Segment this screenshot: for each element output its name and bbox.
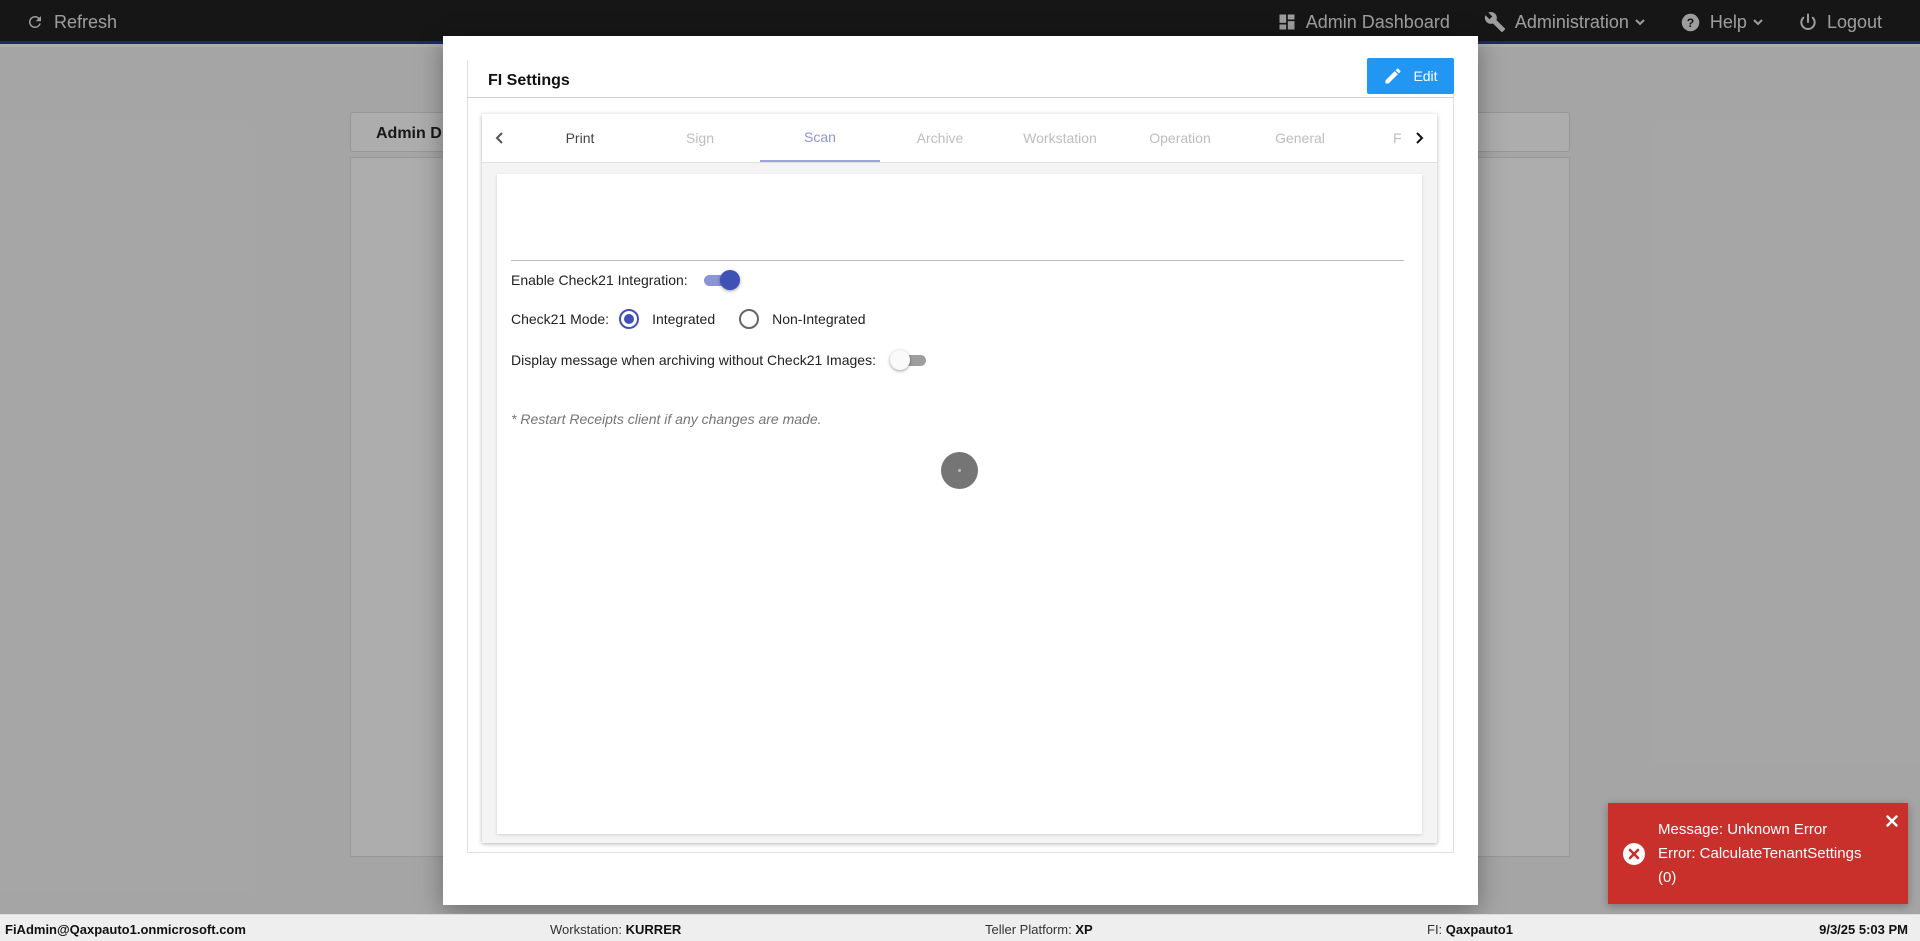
- dialog-header: FI Settings Edit: [467, 58, 1454, 98]
- status-platform: Teller Platform: XP: [985, 922, 1093, 937]
- tab-scroll-left-button[interactable]: [482, 114, 518, 162]
- tab-print[interactable]: Print: [520, 114, 640, 162]
- toast-line-code: (0): [1658, 869, 1677, 886]
- workstation-value: KURRER: [625, 922, 682, 937]
- error-icon: [1623, 843, 1645, 865]
- enable-check21-toggle[interactable]: [702, 270, 740, 290]
- non-integrated-radio[interactable]: [739, 309, 760, 329]
- check21-mode-label: Check21 Mode:: [511, 311, 610, 327]
- tab-scroll-right-button[interactable]: [1401, 114, 1437, 162]
- integrated-radio[interactable]: [619, 309, 640, 329]
- workstation-label: Workstation:: [550, 922, 623, 937]
- display-message-label: Display message when archiving without C…: [511, 352, 876, 368]
- tab-workstation[interactable]: Workstation: [1000, 114, 1120, 162]
- status-datetime: 9/3/25 5:03 PM: [1819, 922, 1908, 937]
- tab-sign[interactable]: Sign: [640, 114, 760, 162]
- error-toast: Message: Unknown Error Error: CalculateT…: [1608, 803, 1908, 904]
- enable-check21-row: Enable Check21 Integration:: [511, 267, 740, 293]
- status-user: FiAdmin@Qaxpauto1.onmicrosoft.com: [5, 922, 246, 937]
- status-bar: FiAdmin@Qaxpauto1.onmicrosoft.com Workst…: [0, 914, 1920, 941]
- edit-label: Edit: [1413, 68, 1438, 84]
- platform-value: XP: [1075, 922, 1093, 937]
- restart-note: * Restart Receipts client if any changes…: [511, 411, 822, 427]
- chevron-left-icon: [495, 132, 503, 144]
- integrated-label: Integrated: [652, 311, 716, 327]
- enable-check21-label: Enable Check21 Integration:: [511, 272, 688, 288]
- non-integrated-label: Non-Integrated: [772, 311, 866, 327]
- dialog-title: FI Settings: [488, 72, 570, 89]
- loading-spinner: [941, 452, 978, 489]
- tab-archive[interactable]: Archive: [880, 114, 1000, 162]
- chevron-right-icon: [1416, 132, 1424, 144]
- fi-label: FI:: [1427, 922, 1443, 937]
- scan-settings-card: Enable Check21 Integration: Check21 Mode…: [497, 174, 1422, 834]
- fi-value: Qaxpauto1: [1445, 922, 1513, 937]
- close-icon[interactable]: [1886, 815, 1898, 827]
- check21-mode-row: Check21 Mode: Integrated Non-Integrated: [511, 306, 890, 332]
- toast-message: Message: Unknown Error Error: CalculateT…: [1658, 818, 1883, 890]
- status-workstation: Workstation: KURRER: [550, 922, 681, 937]
- display-message-row: Display message when archiving without C…: [511, 347, 928, 373]
- status-fi: FI: Qaxpauto1: [1427, 922, 1513, 937]
- tab-bar: Print Sign Scan Archive Workstation Oper…: [482, 114, 1437, 163]
- display-message-toggle[interactable]: [889, 350, 928, 370]
- tab-scan[interactable]: Scan: [760, 114, 880, 162]
- divider: [511, 260, 1404, 261]
- edit-button[interactable]: Edit: [1367, 58, 1454, 94]
- platform-label: Teller Platform:: [985, 922, 1072, 937]
- pencil-icon: [1385, 68, 1401, 84]
- tab-operation[interactable]: Operation: [1120, 114, 1240, 162]
- toast-line-message: Message: Unknown Error: [1658, 821, 1828, 838]
- tab-general[interactable]: General: [1240, 114, 1360, 162]
- toast-line-error: Error: CalculateTenantSettings: [1658, 845, 1862, 862]
